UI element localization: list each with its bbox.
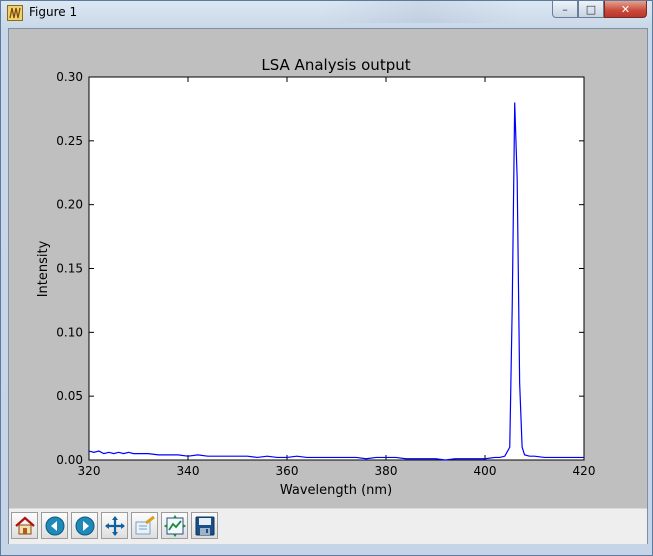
floppy-disk-icon — [195, 516, 215, 536]
y-tick-label: 0.30 — [56, 70, 83, 84]
title-bar[interactable]: Figure 1 – □ ✕ — [1, 1, 652, 25]
x-tick-label: 360 — [276, 464, 299, 478]
x-tick-label: 380 — [375, 464, 398, 478]
x-tick-label: 340 — [177, 464, 200, 478]
axes-background — [88, 76, 585, 461]
matplotlib-app-icon — [7, 5, 23, 21]
move-arrows-icon — [105, 516, 125, 536]
maximize-button[interactable]: □ — [578, 1, 604, 18]
chart-title: LSA Analysis output — [261, 56, 410, 74]
zoom-button[interactable] — [131, 512, 158, 539]
y-tick-label: 0.20 — [56, 198, 83, 212]
arrow-right-icon — [75, 516, 95, 536]
figure-canvas[interactable]: 320 340 360 380 400 420 0.00 0.05 0.10 0.15 0.20 0… — [9, 29, 647, 508]
arrow-left-icon — [45, 516, 65, 536]
navigation-toolbar — [9, 508, 647, 544]
client-area: 320 340 360 380 400 420 0.00 0.05 0.10 0.15 0.20 0… — [8, 28, 648, 544]
close-icon: ✕ — [620, 2, 631, 16]
minimize-button[interactable]: – — [552, 1, 578, 18]
y-tick-label: 0.00 — [56, 453, 83, 467]
minimize-icon: – — [562, 2, 568, 16]
maximize-icon: □ — [585, 2, 597, 16]
window-title: Figure 1 — [29, 5, 78, 19]
x-tick-label: 400 — [474, 464, 497, 478]
x-axis-label: Wavelength (nm) — [280, 483, 392, 498]
forward-button[interactable] — [71, 512, 98, 539]
figure-window: Figure 1 – □ ✕ 320 340 360 380 400 420 0.00 0.… — [0, 0, 653, 556]
subplots-button[interactable] — [161, 512, 188, 539]
y-tick-label: 0.10 — [56, 325, 83, 339]
background-window-blur — [321, 1, 521, 23]
x-tick-label: 420 — [573, 464, 596, 478]
zoom-rect-icon — [135, 515, 155, 535]
back-button[interactable] — [41, 512, 68, 539]
subplots-icon — [164, 515, 186, 537]
save-button[interactable] — [191, 512, 218, 539]
y-tick-label: 0.25 — [56, 134, 83, 148]
line-chart[interactable]: 320 340 360 380 400 420 0.000.050.100.150.200… — [9, 29, 647, 508]
home-button[interactable] — [11, 512, 38, 539]
pan-button[interactable] — [101, 512, 128, 539]
y-tick-label: 0.15 — [56, 262, 83, 276]
home-icon — [15, 516, 35, 535]
y-tick-label: 0.05 — [56, 389, 83, 403]
close-button[interactable]: ✕ — [604, 1, 647, 18]
y-axis-label: Intensity — [36, 240, 51, 297]
